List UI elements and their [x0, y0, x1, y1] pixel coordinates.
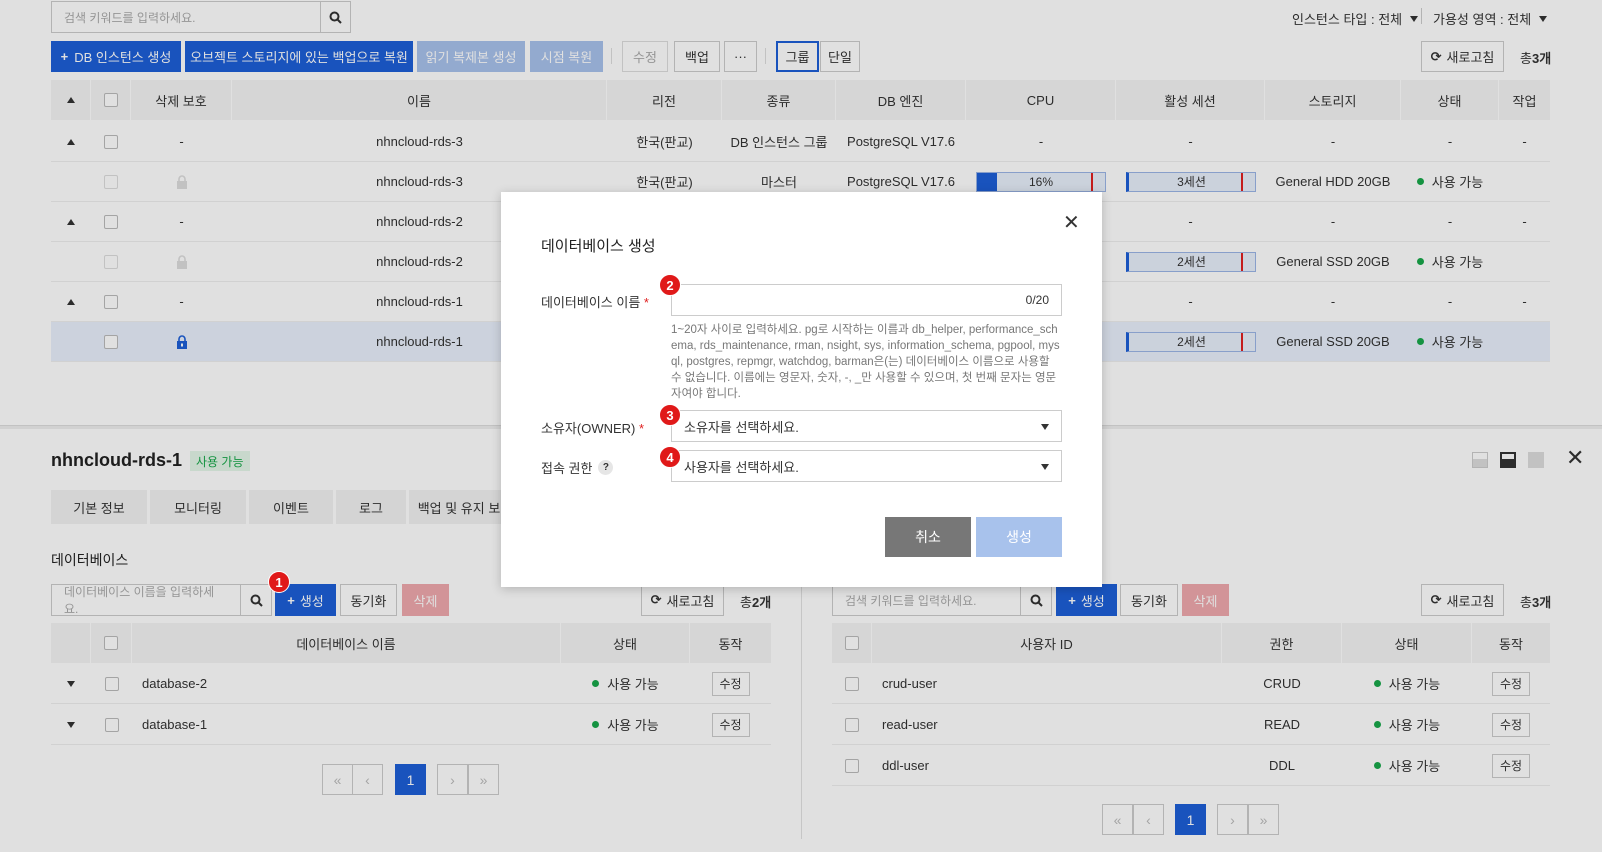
chevron-down-icon	[1041, 424, 1049, 430]
db-name-label: 데이터베이스 이름 *	[541, 292, 649, 311]
callout-badge: 2	[659, 274, 681, 296]
callout-badge: 3	[659, 404, 681, 426]
help-icon[interactable]: ?	[598, 460, 614, 475]
chevron-down-icon	[1041, 464, 1049, 470]
close-icon[interactable]: ✕	[1063, 210, 1080, 235]
db-name-help: 1~20자 사이로 입력하세요. pg로 시작하는 이름과 db_helper,…	[671, 324, 1060, 400]
db-name-input[interactable]: 0/20	[671, 284, 1062, 316]
submit-button[interactable]: 생성	[976, 517, 1062, 557]
required-mark: *	[639, 421, 645, 436]
callout-badge: 1	[268, 571, 290, 593]
access-label: 접속 권한?	[541, 458, 614, 477]
access-select[interactable]: 사용자를 선택하세요.	[671, 450, 1062, 482]
db-name-label-text: 데이터베이스 이름	[541, 295, 641, 310]
access-label-text: 접속 권한	[541, 461, 593, 476]
access-select-value: 사용자를 선택하세요.	[684, 459, 799, 475]
create-database-modal: 데이터베이스 생성 ✕ 데이터베이스 이름 * 0/20 1~20자 사이로 입…	[501, 192, 1102, 587]
owner-label-text: 소유자(OWNER)	[541, 421, 636, 436]
cancel-button[interactable]: 취소	[885, 517, 971, 557]
modal-title: 데이터베이스 생성	[541, 238, 656, 255]
required-mark: *	[643, 295, 649, 310]
owner-label: 소유자(OWNER) *	[541, 418, 644, 437]
callout-badge: 4	[659, 446, 681, 468]
owner-select[interactable]: 소유자를 선택하세요.	[671, 410, 1062, 442]
owner-select-value: 소유자를 선택하세요.	[684, 419, 799, 435]
